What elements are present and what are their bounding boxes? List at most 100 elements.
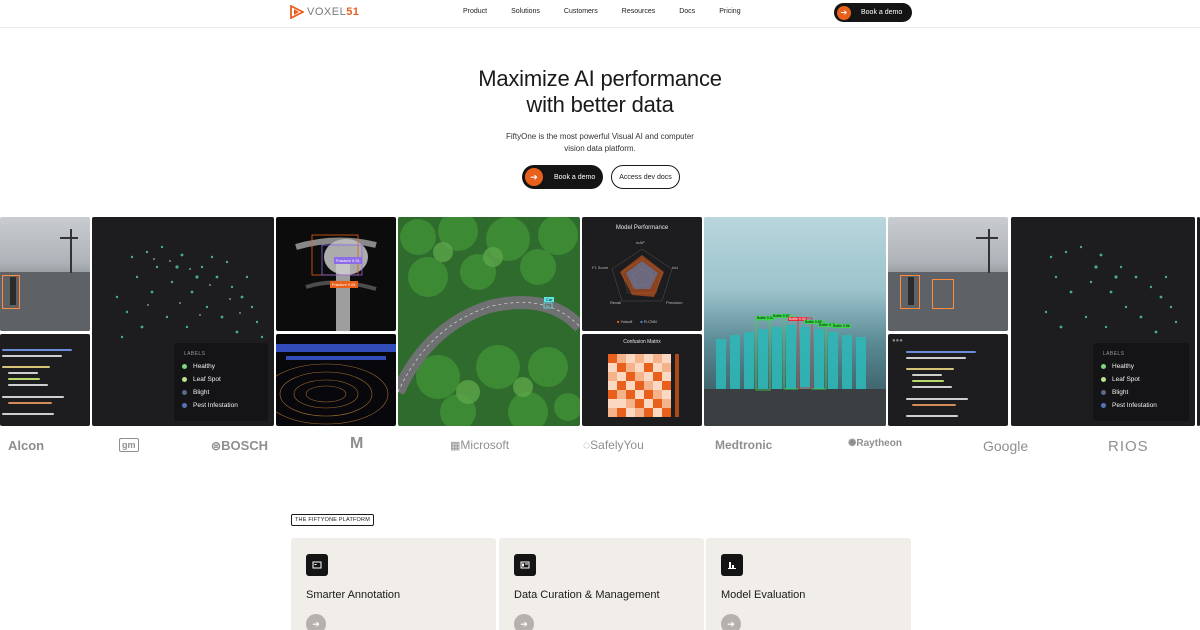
arrow-right-icon[interactable]: ➔ — [721, 614, 741, 630]
logo-google: Google — [983, 438, 1029, 454]
legend-label: Pest Infestation — [193, 402, 238, 409]
legend-item-leaf-spot[interactable]: Leaf Spot — [1101, 376, 1140, 383]
nav-cta-label: Book a demo — [861, 9, 903, 16]
logo-safelyyou: ◌SafelyYou — [583, 438, 644, 452]
legend-item-leaf-spot[interactable]: Leaf Spot — [182, 376, 221, 383]
embedding-plot-panel: LABELS Healthy Leaf Spot Blight Pest Inf… — [92, 217, 274, 426]
radar-axis-label: mAP — [636, 240, 645, 245]
legend-dot-icon — [182, 403, 187, 408]
street-detection-image-repeat — [888, 217, 1008, 331]
legend-item-blight[interactable]: Blight — [182, 389, 209, 396]
legend-item-pest-infestation[interactable]: Pest Infestation — [182, 402, 238, 409]
code-snippet-panel — [0, 334, 90, 426]
access-dev-docs-button[interactable]: Access dev docs — [611, 165, 680, 189]
legend-yolov8: ■ Yolov8 — [617, 319, 633, 324]
legend-label: Pest Infestation — [1112, 402, 1157, 409]
legend-label: Blight — [1112, 389, 1129, 396]
hero-title: Maximize AI performance with better data — [0, 66, 1200, 118]
radar-legend: ■ Yolov8 ■ R-CNN — [617, 319, 657, 324]
fracture-label-1: Fracture 0.91 — [334, 257, 362, 264]
nav-product[interactable]: Product — [463, 8, 487, 15]
aerial-graphic — [398, 217, 580, 426]
lidar-graphic — [276, 344, 396, 425]
legend-item-healthy[interactable]: Healthy — [1101, 363, 1134, 370]
car-label: Car — [544, 297, 555, 302]
hero-title-line1: Maximize AI performance — [478, 66, 722, 91]
legend-dot-icon — [182, 364, 187, 369]
arrow-right-icon[interactable]: ➔ — [306, 614, 326, 630]
nav-book-demo-button[interactable]: ➔ Book a demo — [834, 3, 912, 22]
arrow-right-icon: ➔ — [525, 168, 543, 186]
nav-customers[interactable]: Customers — [564, 8, 598, 15]
legend-item-healthy[interactable]: Healthy — [182, 363, 215, 370]
hero-subtitle: FiftyOne is the most powerful Visual AI … — [500, 131, 700, 155]
nav-resources[interactable]: Resources — [622, 8, 655, 15]
code-snippet-panel-repeat: ●●● — [888, 334, 1008, 426]
customer-logos: Alcon gm ⊜BOSCH M ▦Microsoft ◌SafelyYou … — [0, 435, 1200, 456]
nav-solutions[interactable]: Solutions — [511, 8, 540, 15]
labels-legend: LABELS Healthy Leaf Spot Blight Pest Inf… — [174, 343, 268, 421]
radar-axis-label: Recall — [610, 300, 622, 305]
curation-icon — [514, 554, 536, 576]
window-dots-icon: ●●● — [892, 338, 903, 344]
embedding-scatter — [115, 245, 264, 339]
card-model-evaluation[interactable]: Model Evaluation ➔ — [706, 538, 911, 630]
voxel51-logo-icon — [290, 5, 304, 19]
radar-axis-label: Precision — [666, 300, 683, 305]
legend-dot-icon — [1101, 377, 1106, 382]
nav-pricing[interactable]: Pricing — [719, 8, 740, 15]
legend-title: LABELS — [184, 351, 206, 357]
voxel51-logo[interactable]: VOXEL51 — [290, 5, 359, 19]
confusion-matrix-panel: Confusion Matrix — [582, 334, 702, 426]
bottles-graphic — [704, 316, 886, 426]
logo-raytheon: ✺Raytheon — [848, 438, 902, 449]
model-performance-panel: Model Performance mAP IoU Precision Reca… — [582, 217, 702, 331]
legend-dot-icon — [1101, 364, 1106, 369]
confusion-matrix-grid — [608, 354, 679, 417]
xray-detection-image: Fracture 0.91 Fracture 0.61 — [276, 217, 396, 331]
hero-book-demo-label: Book a demo — [554, 173, 596, 181]
legend-label: Leaf Spot — [193, 376, 221, 383]
labels-legend-repeat: LABELS Healthy Leaf Spot Blight Pest Inf… — [1093, 343, 1189, 421]
microsoft-icon: ▦ — [450, 440, 461, 452]
logo-alcon: Alcon — [8, 438, 45, 453]
legend-label: Leaf Spot — [1112, 376, 1140, 383]
nav-docs[interactable]: Docs — [679, 8, 695, 15]
card-data-curation[interactable]: Data Curation & Management ➔ — [499, 538, 704, 630]
card-smarter-annotation[interactable]: Smarter Annotation ➔ — [291, 538, 496, 630]
bottle-label: Bottle 0.86 — [832, 324, 851, 328]
hero-subtitle-line2: vision data platform. — [564, 144, 636, 153]
embedding-plot-panel-repeat: LABELS Healthy Leaf Spot Blight Pest Inf… — [1011, 217, 1195, 426]
platform-tag: THE FIFTYONE PLATFORM — [291, 514, 374, 526]
legend-dot-icon — [182, 377, 187, 382]
lidar-point-cloud — [276, 334, 396, 426]
radar-chart — [611, 248, 673, 302]
legend-item-blight[interactable]: Blight — [1101, 389, 1128, 396]
logo-rios: RIOS — [1108, 438, 1149, 455]
legend-title: LABELS — [1103, 351, 1125, 357]
aerial-road-image: Car — [398, 217, 580, 426]
logo-bosch: ⊜BOSCH — [211, 438, 269, 453]
logo-michigan: M — [350, 435, 364, 452]
logo-medtronic: Medtronic — [715, 438, 773, 452]
evaluation-icon — [721, 554, 743, 576]
legend-label: Blight — [193, 389, 210, 396]
legend-item-pest-infestation[interactable]: Pest Infestation — [1101, 402, 1157, 409]
arrow-right-icon[interactable]: ➔ — [514, 614, 534, 630]
radar-axis-label: F1 Score — [592, 265, 609, 270]
legend-label: Healthy — [1112, 363, 1135, 370]
bottle-detection-image: Bottle 0.92 Bottle 0.87 Bottle 0.94 Bott… — [704, 217, 886, 426]
top-nav: VOXEL51 Product Solutions Customers Reso… — [0, 0, 1200, 28]
legend-dot-icon — [1101, 390, 1106, 395]
card-title: Smarter Annotation — [306, 589, 401, 601]
logo-gm: gm — [119, 438, 139, 452]
hero-book-demo-button[interactable]: ➔ Book a demo — [522, 165, 603, 189]
annotation-icon — [306, 554, 328, 576]
logo-text: VOXEL51 — [307, 6, 360, 18]
hero-title-line2: with better data — [526, 92, 674, 117]
radar-axis-label: IoU — [672, 265, 679, 270]
logo-microsoft: ▦Microsoft — [450, 438, 510, 452]
fracture-label-2: Fracture 0.61 — [330, 281, 358, 288]
legend-label: Healthy — [193, 363, 216, 370]
legend-dot-icon — [1101, 403, 1106, 408]
